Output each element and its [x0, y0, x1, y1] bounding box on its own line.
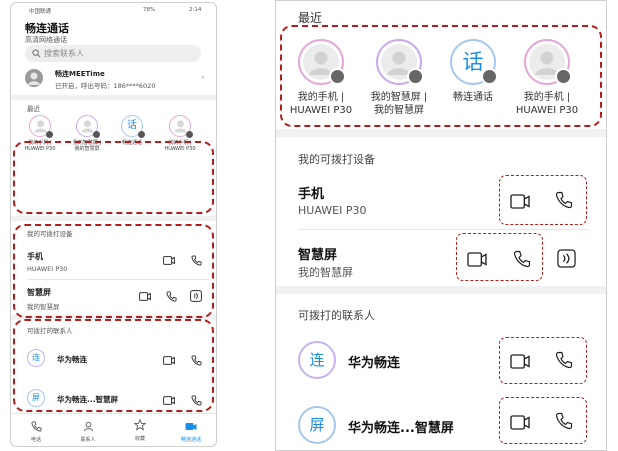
video-badge-icon: [46, 131, 53, 138]
meetime-icon: [185, 423, 197, 430]
tab-meetime[interactable]: 畅连通话: [174, 417, 208, 443]
tab-contacts[interactable]: 联系人: [73, 417, 103, 443]
app-glyph: 话: [127, 120, 137, 131]
divider: [11, 413, 216, 414]
page-title: 畅连通话: [25, 22, 69, 35]
separator: [276, 286, 606, 294]
contact-name: 华为畅连...智慧屏: [348, 421, 454, 436]
contact-avatar: 连: [298, 341, 336, 379]
contacts-icon: [83, 421, 93, 432]
separator: [276, 129, 606, 137]
phone-icon: [30, 421, 42, 432]
tab-phone[interactable]: 电话: [21, 417, 51, 443]
search-icon: [32, 49, 41, 58]
devices-title: 我的可拨打设备: [298, 153, 375, 166]
chevron-right-icon: ›: [201, 73, 205, 83]
search-bar[interactable]: 搜索联系人: [25, 45, 201, 62]
tab-favorites[interactable]: 收藏: [125, 416, 155, 442]
contacts-title: 可拨打的联系人: [298, 309, 375, 322]
recent-highlight: [13, 141, 214, 214]
device-call-highlight: [499, 175, 587, 225]
device-model: HUAWEI P30: [298, 204, 367, 217]
avatar: 话: [121, 115, 145, 138]
tab-label: 联系人: [80, 437, 96, 443]
separator: [11, 216, 216, 221]
meetime-status: 已开启，呼出号码：186****6020: [55, 82, 156, 90]
screen-badge-icon: [93, 131, 100, 138]
contact-call-highlight: [499, 397, 587, 444]
device-name: 智慧屏: [298, 248, 338, 263]
avatar: [169, 115, 193, 138]
tab-label: 收藏: [134, 436, 145, 442]
carrier-label: 中国联通: [29, 9, 52, 15]
meetime-name: 畅连MEETime: [55, 70, 105, 78]
video-badge-icon: [138, 131, 145, 138]
device-name: 手机: [298, 187, 325, 202]
device-model: 我的智慧屏: [298, 266, 353, 279]
avatar: [29, 115, 53, 138]
star-icon: [133, 418, 147, 431]
contact-avatar: 屏: [298, 406, 336, 444]
tab-label: 畅连通话: [180, 437, 201, 443]
recent-highlight: [280, 25, 602, 127]
device-call-highlight: [456, 233, 543, 281]
separator: [11, 95, 216, 100]
avatar: [76, 115, 100, 138]
recent-title: 最近: [298, 11, 323, 25]
screen-share-icon[interactable]: [557, 249, 576, 268]
search-input[interactable]: 搜索联系人: [44, 48, 84, 59]
meetime-row[interactable]: 畅连MEETime 已开启，呼出号码：186****6020 ›: [25, 67, 207, 91]
contact-call-highlight: [499, 337, 587, 384]
devices-highlight: [13, 224, 214, 318]
meetime-avatar: [25, 69, 43, 87]
page-subtitle: 高清网络通话: [25, 36, 67, 44]
tab-label: 电话: [30, 437, 41, 443]
battery-label: 78%: [143, 7, 156, 13]
recent-title: 最近: [27, 105, 40, 113]
contact-name: 华为畅连: [348, 356, 401, 371]
divider: [298, 229, 588, 230]
contacts-highlight: [13, 319, 214, 412]
clock-label: 2:14: [189, 7, 202, 13]
phone-badge-icon: [186, 131, 193, 138]
